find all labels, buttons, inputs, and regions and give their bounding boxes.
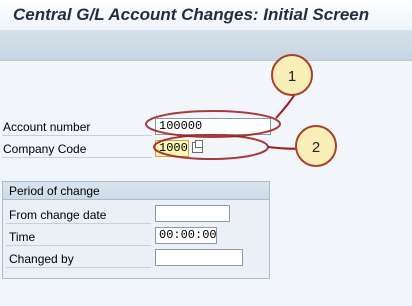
annotation-overlay: 1 2 xyxy=(145,54,337,167)
callout-number-2: 2 xyxy=(312,139,320,156)
callout-number-1: 1 xyxy=(288,68,296,85)
highlight-ellipse-account-number xyxy=(145,110,281,138)
highlight-ellipse-company-code xyxy=(153,134,269,160)
